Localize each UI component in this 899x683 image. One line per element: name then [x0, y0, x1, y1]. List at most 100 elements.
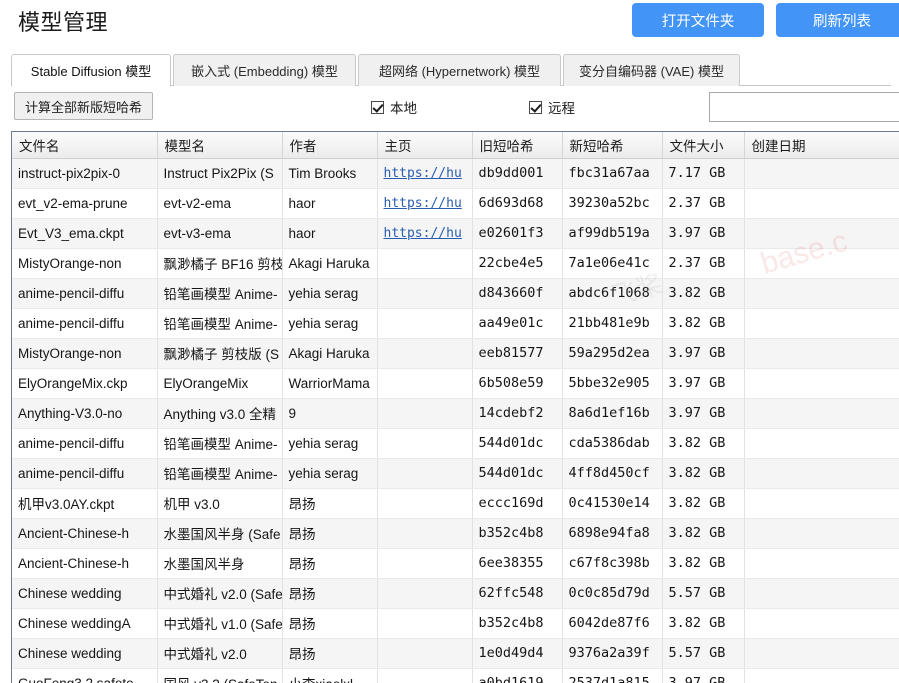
table-row[interactable]: Chinese wedding 中式婚礼 v2.0 (Safe 昂扬 62ffc548… — [12, 578, 899, 609]
table-row[interactable]: Chinese wedding 中式婚礼 v2.0 昂扬 1e0d49d4 9376a2… — [12, 638, 899, 669]
tab-vae[interactable]: 变分自编码器 (VAE) 模型 — [563, 54, 740, 86]
refresh-list-button[interactable]: 刷新列表 — [776, 3, 899, 37]
cell-modelname: evt-v2-ema — [157, 188, 283, 219]
cell-filename: anime-pencil-diffu — [12, 428, 158, 459]
homepage-link[interactable]: https://hu — [384, 166, 462, 181]
cell-homepage[interactable] — [377, 518, 473, 549]
cell-modelname: 飘渺橘子 BF16 剪枝 — [157, 248, 283, 279]
cell-homepage[interactable]: https://hu — [377, 158, 473, 189]
cell-filename: anime-pencil-diffu — [12, 458, 158, 489]
cell-filesize: 5.57 GB — [662, 578, 745, 609]
cell-author: 昂扬 — [282, 548, 378, 579]
checkbox-check-icon — [529, 100, 542, 114]
local-filter-checkbox[interactable]: 本地 — [371, 97, 417, 117]
cell-homepage[interactable] — [377, 578, 473, 609]
cell-homepage[interactable] — [377, 278, 473, 309]
cell-oldhash: eccc169d — [472, 488, 563, 519]
column-header-filesize[interactable]: 文件大小 — [662, 132, 745, 159]
column-header-homepage[interactable]: 主页 — [377, 132, 473, 159]
cell-newhash: c67f8c398b — [562, 548, 663, 579]
cell-created — [744, 188, 899, 219]
cell-created — [744, 638, 899, 669]
column-header-new-hash[interactable]: 新短哈希 — [562, 132, 663, 159]
cell-filename: evt_v2-ema-prune — [12, 188, 158, 219]
table-row[interactable]: Evt_V3_ema.ckpt evt-v3-ema haor https://hu e… — [12, 218, 899, 249]
cell-modelname: 铅笔画模型 Anime- — [157, 458, 283, 489]
cell-author: 昂扬 — [282, 638, 378, 669]
cell-newhash: abdc6f1068 — [562, 278, 663, 309]
table-row[interactable]: MistyOrange-non 飘渺橘子 BF16 剪枝 Akagi Haruka 2… — [12, 248, 899, 279]
table-row[interactable]: Ancient-Chinese-h 水墨国风半身 昂扬 6ee38355 c67f8c3… — [12, 548, 899, 579]
table-row[interactable]: anime-pencil-diffu 铅笔画模型 Anime-yehia sera… — [12, 308, 899, 339]
tab-stable-diffusion[interactable]: Stable Diffusion 模型 — [11, 54, 171, 87]
cell-author: WarriorMama — [282, 368, 378, 399]
cell-homepage[interactable]: https://hu — [377, 218, 473, 249]
calculate-all-new-hash-button[interactable]: 计算全部新版短哈希 — [14, 92, 154, 120]
cell-oldhash: 6b508e59 — [472, 368, 563, 399]
cell-homepage[interactable] — [377, 638, 473, 669]
table-row[interactable]: Ancient-Chinese-h 水墨国风半身 (Safe 昂扬 b352c4b8 6… — [12, 518, 899, 549]
cell-filesize: 3.82 GB — [662, 428, 745, 459]
tab-embedding[interactable]: 嵌入式 (Embedding) 模型 — [173, 54, 356, 86]
column-header-old-hash[interactable]: 旧短哈希 — [472, 132, 563, 159]
cell-newhash: 59a295d2ea — [562, 338, 663, 369]
cell-homepage[interactable] — [377, 608, 473, 639]
table-row[interactable]: MistyOrange-non 飘渺橘子 剪枝版 (S Akagi Haruka ee… — [12, 338, 899, 369]
cell-created — [744, 578, 899, 609]
model-manager-window: 模型管理 打开文件夹 刷新列表 Stable Diffusion 模型 嵌入式 … — [0, 0, 899, 683]
table-row[interactable]: anime-pencil-diffu 铅笔画模型 Anime-yehia sera… — [12, 428, 899, 459]
table-row[interactable]: anime-pencil-diffu 铅笔画模型 Anime-yehia sera… — [12, 278, 899, 309]
homepage-link[interactable]: https://hu — [384, 196, 462, 211]
cell-homepage[interactable] — [377, 548, 473, 579]
cell-homepage[interactable] — [377, 428, 473, 459]
cell-modelname: 中式婚礼 v2.0 (Safe — [157, 578, 283, 609]
column-header-modelname[interactable]: 模型名 — [157, 132, 283, 159]
open-folder-button[interactable]: 打开文件夹 — [632, 3, 764, 37]
homepage-link[interactable]: https://hu — [384, 226, 462, 241]
cell-homepage[interactable] — [377, 488, 473, 519]
remote-filter-checkbox[interactable]: 远程 — [529, 97, 575, 117]
cell-created — [744, 458, 899, 489]
cell-filesize: 3.82 GB — [662, 278, 745, 309]
cell-homepage[interactable] — [377, 458, 473, 489]
table-row[interactable]: ElyOrangeMix.ckp ElyOrangeMix WarriorMama 6… — [12, 368, 899, 399]
cell-modelname: Instruct Pix2Pix (S — [157, 158, 283, 189]
cell-filesize: 5.57 GB — [662, 638, 745, 669]
table-row[interactable]: Chinese weddingA 中式婚礼 v1.0 (Safe 昂扬 b352c4b… — [12, 608, 899, 639]
cell-oldhash: 62ffc548 — [472, 578, 563, 609]
table-row[interactable]: instruct-pix2pix-0 Instruct Pix2Pix (S Tim… — [12, 158, 899, 189]
cell-homepage[interactable] — [377, 368, 473, 399]
cell-modelname: evt-v3-ema — [157, 218, 283, 249]
cell-oldhash: 14cdebf2 — [472, 398, 563, 429]
column-header-author[interactable]: 作者 — [282, 132, 378, 159]
cell-homepage[interactable] — [377, 308, 473, 339]
column-header-filename[interactable]: 文件名 — [12, 132, 158, 159]
cell-homepage[interactable] — [377, 248, 473, 279]
cell-filesize: 3.82 GB — [662, 608, 745, 639]
page-title: 模型管理 — [18, 10, 109, 35]
column-header-created-date[interactable]: 创建日期 — [744, 132, 899, 159]
cell-newhash: 2537d1a815 — [562, 668, 663, 683]
cell-modelname: 铅笔画模型 Anime- — [157, 428, 283, 459]
table-row[interactable]: GuoFeng3.2.safete国风 v3.2 (SafeTen小李xiaol… — [12, 668, 899, 683]
search-input[interactable] — [709, 92, 899, 122]
cell-homepage[interactable] — [377, 668, 473, 683]
tab-hypernetwork[interactable]: 超网络 (Hypernetwork) 模型 — [358, 54, 561, 86]
table-row[interactable]: 机甲v3.0AY.ckpt 机甲 v3.0 昂扬 eccc169d 0c41530e14… — [12, 488, 899, 519]
cell-homepage[interactable] — [377, 398, 473, 429]
cell-oldhash: 6d693d68 — [472, 188, 563, 219]
table-row[interactable]: evt_v2-ema-prune evt-v2-ema haor https://hu… — [12, 188, 899, 219]
cell-created — [744, 608, 899, 639]
cell-filesize: 2.37 GB — [662, 248, 745, 279]
cell-created — [744, 518, 899, 549]
table-row[interactable]: Anything-V3.0-no Anything v3.0 全精 9 14cdebf… — [12, 398, 899, 429]
cell-filename: Chinese weddingA — [12, 608, 158, 639]
cell-homepage[interactable]: https://hu — [377, 188, 473, 219]
cell-author: haor — [282, 218, 378, 249]
cell-filename: Evt_V3_ema.ckpt — [12, 218, 158, 249]
remote-filter-label: 远程 — [548, 101, 575, 116]
table-row[interactable]: anime-pencil-diffu 铅笔画模型 Anime-yehia sera… — [12, 458, 899, 489]
cell-homepage[interactable] — [377, 338, 473, 369]
cell-modelname: Anything v3.0 全精 — [157, 398, 283, 429]
model-table-container[interactable]: 文件名 模型名 作者 主页 旧短哈希 新短哈希 文件大小 创建日期 本 inst… — [11, 131, 899, 683]
